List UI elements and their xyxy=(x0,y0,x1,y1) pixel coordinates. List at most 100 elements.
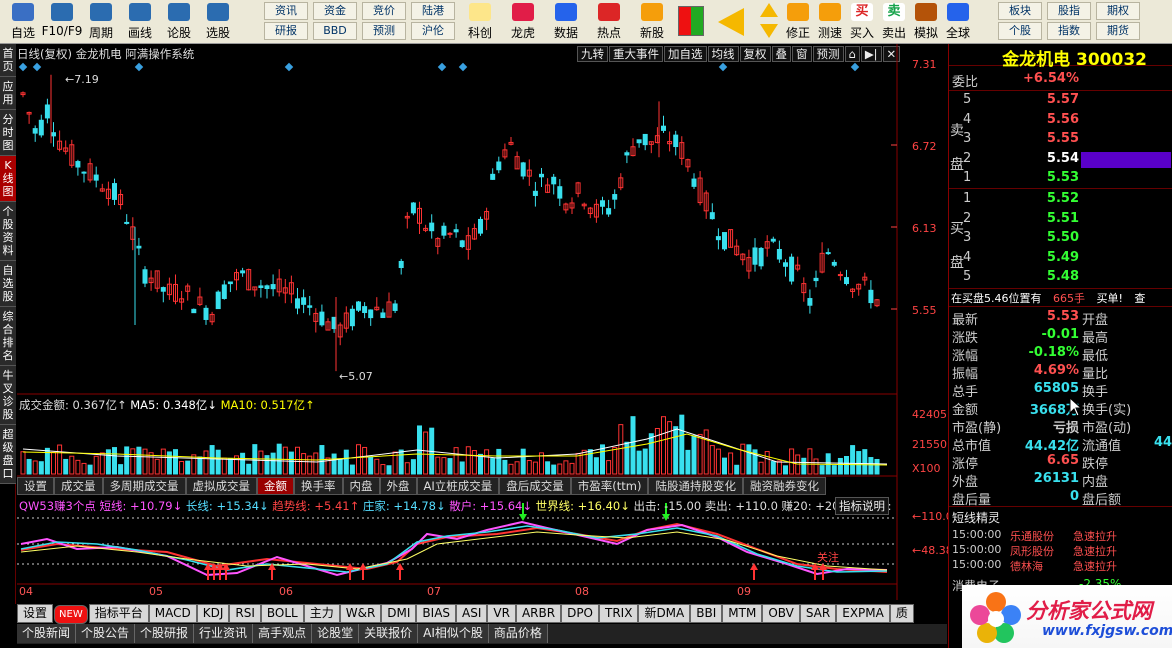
short-elf-title[interactable]: 短线精灵 xyxy=(952,509,1000,526)
toolbar-pair2-top-2[interactable]: 期权 xyxy=(1096,2,1140,20)
toolbar-buy-button[interactable]: 买买入 xyxy=(846,2,878,42)
bottom-indicator-tab-18[interactable]: MTM xyxy=(722,604,763,623)
event-marker-icon[interactable] xyxy=(718,62,728,72)
bottom-indicator-tab-13[interactable]: ARBR xyxy=(515,604,562,623)
left-tab-6[interactable]: 综合排名 xyxy=(0,307,16,366)
vol-tab-12[interactable]: 融资融券变化 xyxy=(742,477,826,495)
toolbar-pair2-top-0[interactable]: 板块 xyxy=(998,2,1042,20)
vol-tab-2[interactable]: 多周期成交量 xyxy=(102,477,186,495)
toolbar-pair2-bottom-1[interactable]: 指数 xyxy=(1047,22,1091,40)
bottom-indicator-tab-0[interactable]: 设置 xyxy=(17,604,54,623)
toolbar-pair-top-1[interactable]: 资金 xyxy=(313,2,357,20)
left-tab-4[interactable]: 个股资料 xyxy=(0,202,16,261)
bottom-info-tab-2[interactable]: 个股研报 xyxy=(135,624,195,643)
left-tab-1[interactable]: 应用 xyxy=(0,77,16,110)
vol-tab-11[interactable]: 陆股通持股变化 xyxy=(648,477,743,495)
toolbar-hot-button[interactable]: 热点 xyxy=(588,2,630,42)
event-marker-icon[interactable] xyxy=(458,62,468,72)
toolbar-pair-top-0[interactable]: 资讯 xyxy=(264,2,308,20)
bottom-indicator-tab-9[interactable]: DMI xyxy=(381,604,417,623)
bottom-info-tab-3[interactable]: 行业资讯 xyxy=(194,624,254,643)
toolbar-pair2-bottom-0[interactable]: 个股 xyxy=(998,22,1042,40)
vol-tab-0[interactable]: 设置 xyxy=(17,477,54,495)
short-elf-row[interactable]: 15:00:00 乐通股份 急速拉升 xyxy=(949,528,1172,544)
bottom-indicator-tab-16[interactable]: 新DMA xyxy=(638,604,691,623)
toolbar-globe-button[interactable]: 全球 xyxy=(942,2,974,42)
bottom-indicator-tab-14[interactable]: DPO xyxy=(561,604,599,623)
vol-tab-10[interactable]: 市盈率(ttm) xyxy=(570,477,649,495)
event-marker-icon[interactable] xyxy=(18,62,28,72)
toolbar-star-button[interactable]: 自选 xyxy=(2,2,44,42)
short-elf-row[interactable]: 15:00:00 凤形股份 急速拉升 xyxy=(949,543,1172,559)
toolbar-pe-button[interactable]: 数据 xyxy=(545,2,587,42)
bottom-indicator-tab-2[interactable]: 指标平台 xyxy=(88,604,149,623)
back-arrow-icon[interactable] xyxy=(718,8,744,36)
event-marker-icon[interactable] xyxy=(32,62,42,72)
event-marker-icon[interactable] xyxy=(284,62,294,72)
toolbar-new-button[interactable]: 新股 xyxy=(631,2,673,42)
vol-tab-7[interactable]: 外盘 xyxy=(379,477,417,495)
left-tab-7[interactable]: 牛叉诊股 xyxy=(0,366,16,425)
toolbar-pair-bottom-0[interactable]: 研报 xyxy=(264,22,308,40)
chart-canvas[interactable] xyxy=(17,44,947,604)
bottom-info-tab-1[interactable]: 个股公告 xyxy=(76,624,136,643)
toolbar-pair2-bottom-2[interactable]: 期货 xyxy=(1096,22,1140,40)
left-tab-0[interactable]: 首页 xyxy=(0,44,16,77)
vol-tab-5[interactable]: 换手率 xyxy=(294,477,343,495)
bottom-indicator-tab-15[interactable]: TRIX xyxy=(599,604,639,623)
vol-tab-6[interactable]: 内盘 xyxy=(342,477,380,495)
bottom-indicator-tab-17[interactable]: BBI xyxy=(690,604,723,623)
left-tab-2[interactable]: 分时图 xyxy=(0,110,16,156)
bottom-indicator-tab-11[interactable]: ASI xyxy=(456,604,488,623)
toolbar-doc-button[interactable]: F10/F9 xyxy=(41,2,83,42)
bottom-info-tab-4[interactable]: 高手观点 xyxy=(253,624,313,643)
toolbar-chart-button[interactable]: 科创 xyxy=(459,2,501,42)
bottom-indicator-tab-6[interactable]: BOLL xyxy=(260,604,304,623)
up-arrow-icon[interactable] xyxy=(760,3,778,17)
toolbar-pair-top-3[interactable]: 陆港 xyxy=(411,2,455,20)
event-marker-icon[interactable] xyxy=(437,62,447,72)
toolbar-hammer-button[interactable]: 模拟 xyxy=(910,2,942,42)
toolbar-speed-button[interactable]: 测速 xyxy=(814,2,846,42)
toolbar-clock-button[interactable]: 周期 xyxy=(80,2,122,42)
short-elf-row[interactable]: 15:00:00 德林海 急速拉升 xyxy=(949,558,1172,574)
bottom-indicator-tab-1[interactable]: NEW xyxy=(54,605,88,624)
vol-tab-1[interactable]: 成交量 xyxy=(54,477,103,495)
toolbar-pair-bottom-2[interactable]: 预测 xyxy=(362,22,406,40)
left-tab-3[interactable]: K线图 xyxy=(0,156,16,202)
toolbar-dragon-button[interactable]: 龙虎 xyxy=(502,2,544,42)
bottom-indicator-tab-20[interactable]: SAR xyxy=(799,604,837,623)
bottom-info-tab-6[interactable]: 关联报价 xyxy=(359,624,419,643)
color-grid-icon[interactable] xyxy=(678,6,704,36)
vol-tab-8[interactable]: AI立桩成交量 xyxy=(416,477,500,495)
bottom-indicator-tab-8[interactable]: W&R xyxy=(339,604,382,623)
kline-chart-area[interactable]: 日线(复权) 金龙机电 阿满操作系统 九转 重大事件 加自选 均线 复权叠窗预测 ⌂ ▶| ✕… xyxy=(17,44,953,604)
bottom-info-tab-7[interactable]: AI相似个股 xyxy=(418,624,489,643)
vol-tab-4[interactable]: 金额 xyxy=(257,477,294,495)
toolbar-pen-button[interactable]: 画线 xyxy=(119,2,161,42)
vol-tab-3[interactable]: 虚拟成交量 xyxy=(185,477,257,495)
bottom-indicator-tab-3[interactable]: MACD xyxy=(148,604,197,623)
bottom-info-tab-5[interactable]: 论股堂 xyxy=(312,624,360,643)
toolbar-sell-button[interactable]: 卖卖出 xyxy=(878,2,910,42)
toolbar-pair-bottom-1[interactable]: BBD xyxy=(313,22,357,40)
toolbar-pair2-top-1[interactable]: 股指 xyxy=(1047,2,1091,20)
toolbar-target-button[interactable]: 选股 xyxy=(197,2,239,42)
left-tab-8[interactable]: 超级盘口 xyxy=(0,425,16,484)
toolbar-pair-top-2[interactable]: 竞价 xyxy=(362,2,406,20)
vol-tab-9[interactable]: 盘后成交量 xyxy=(499,477,571,495)
bottom-indicator-tab-22[interactable]: 质 xyxy=(889,604,914,623)
bottom-info-tab-8[interactable]: 商品价格 xyxy=(488,624,548,643)
toolbar-lun-button[interactable]: 论股 xyxy=(158,2,200,42)
toolbar-pair-bottom-3[interactable]: 沪伦 xyxy=(411,22,455,40)
bottom-indicator-tab-4[interactable]: KDJ xyxy=(196,604,230,623)
bottom-info-tab-0[interactable]: 个股新闻 xyxy=(17,624,77,643)
down-arrow-icon[interactable] xyxy=(760,24,778,38)
bottom-indicator-tab-19[interactable]: OBV xyxy=(762,604,800,623)
bottom-indicator-tab-7[interactable]: 主力 xyxy=(303,604,340,623)
left-tab-5[interactable]: 自选股 xyxy=(0,261,16,307)
bottom-indicator-tab-12[interactable]: VR xyxy=(487,604,516,623)
bottom-indicator-tab-5[interactable]: RSI xyxy=(229,604,261,623)
indicator-help-button[interactable]: 指标说明 xyxy=(835,497,889,515)
bottom-indicator-tab-10[interactable]: BIAS xyxy=(416,604,457,623)
